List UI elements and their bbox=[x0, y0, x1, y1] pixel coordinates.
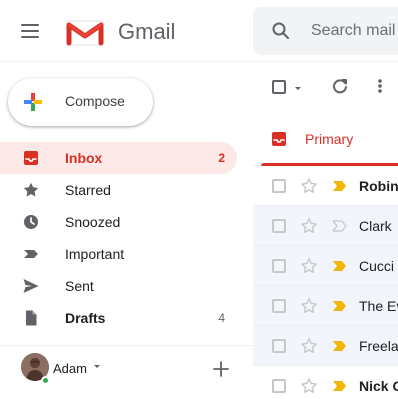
important-icon[interactable] bbox=[332, 180, 348, 192]
draft-icon bbox=[22, 309, 40, 327]
sidebar-item-snoozed[interactable]: Snoozed bbox=[0, 206, 237, 238]
email-sender: Freela bbox=[359, 338, 398, 354]
category-tabs: Primary bbox=[253, 116, 398, 166]
compose-label: Compose bbox=[65, 93, 125, 109]
sidebar-item-sent[interactable]: Sent bbox=[0, 270, 237, 302]
important-icon[interactable] bbox=[332, 340, 348, 352]
sidebar-item-label: Important bbox=[65, 246, 125, 262]
search-bar[interactable] bbox=[253, 7, 398, 55]
email-row[interactable]: Freela bbox=[253, 326, 398, 366]
important-icon[interactable] bbox=[332, 300, 348, 312]
sidebar-item-label: Snoozed bbox=[65, 214, 121, 230]
chevron-down-icon[interactable] bbox=[92, 362, 102, 372]
email-row[interactable]: Clark bbox=[253, 206, 398, 246]
clock-icon bbox=[22, 213, 40, 231]
mail-toolbar bbox=[253, 62, 398, 110]
email-row[interactable]: Robin bbox=[253, 166, 398, 206]
send-icon bbox=[22, 277, 40, 295]
star-icon[interactable] bbox=[300, 217, 318, 235]
sidebar-nav: Inbox 2 Starred Snoozed Important Sent D… bbox=[0, 142, 237, 334]
important-icon bbox=[22, 245, 40, 263]
compose-button[interactable]: Compose bbox=[8, 78, 153, 126]
email-sender: The Ev bbox=[359, 298, 398, 314]
row-checkbox[interactable] bbox=[272, 219, 286, 233]
email-row[interactable]: Cucci bbox=[253, 246, 398, 286]
draft-count: 4 bbox=[218, 311, 225, 325]
sidebar-item-drafts[interactable]: Drafts 4 bbox=[0, 302, 237, 334]
row-checkbox[interactable] bbox=[272, 179, 286, 193]
sidebar-item-starred[interactable]: Starred bbox=[0, 174, 237, 206]
sidebar-divider bbox=[0, 345, 253, 346]
gmail-app: Gmail Compose bbox=[0, 0, 398, 399]
star-icon[interactable] bbox=[300, 297, 318, 315]
important-icon[interactable] bbox=[332, 260, 348, 272]
tab-primary[interactable]: Primary bbox=[253, 116, 398, 166]
inbox-icon bbox=[22, 149, 40, 167]
star-icon bbox=[22, 181, 40, 199]
star-icon[interactable] bbox=[300, 377, 318, 395]
tab-label: Primary bbox=[305, 131, 354, 147]
chevron-down-icon[interactable] bbox=[293, 84, 303, 94]
search-icon[interactable] bbox=[253, 21, 309, 41]
row-checkbox[interactable] bbox=[272, 299, 286, 313]
gmail-logo-icon bbox=[66, 20, 104, 46]
inbox-icon bbox=[272, 132, 286, 146]
sidebar-item-inbox[interactable]: Inbox 2 bbox=[0, 142, 237, 174]
menu-icon[interactable] bbox=[21, 21, 43, 39]
star-icon[interactable] bbox=[300, 177, 318, 195]
account-row: Adam bbox=[0, 351, 253, 387]
sidebar-item-important[interactable]: Important bbox=[0, 238, 237, 270]
row-checkbox[interactable] bbox=[272, 339, 286, 353]
top-bar: Gmail bbox=[0, 0, 398, 62]
refresh-icon[interactable] bbox=[331, 77, 349, 95]
sidebar-item-label: Drafts bbox=[65, 310, 106, 326]
select-all-checkbox[interactable] bbox=[272, 80, 286, 94]
unread-count: 2 bbox=[218, 151, 225, 165]
email-sender: Cucci bbox=[359, 258, 395, 274]
email-sender: Robin bbox=[359, 178, 398, 194]
email-list: Robin Clark Cucci The E Freela Nick C bbox=[253, 166, 398, 399]
row-checkbox[interactable] bbox=[272, 379, 286, 393]
sidebar-item-label: Inbox bbox=[65, 150, 103, 166]
user-name[interactable]: Adam bbox=[53, 361, 87, 376]
email-sender: Clark bbox=[359, 218, 392, 234]
email-row[interactable]: Nick C bbox=[253, 366, 398, 399]
important-icon[interactable] bbox=[332, 380, 348, 392]
star-icon[interactable] bbox=[300, 337, 318, 355]
more-vert-icon[interactable] bbox=[371, 77, 389, 95]
plus-icon[interactable] bbox=[212, 360, 230, 378]
mail-pane: Primary Robin Clark Cucci The E Freela N… bbox=[253, 62, 398, 399]
online-status-badge bbox=[41, 376, 50, 385]
search-input[interactable] bbox=[309, 21, 398, 41]
important-icon[interactable] bbox=[332, 220, 348, 232]
email-row[interactable]: The Ev bbox=[253, 286, 398, 326]
sidebar: Compose Inbox 2 Starred Snoozed Importan… bbox=[0, 62, 253, 399]
star-icon[interactable] bbox=[300, 257, 318, 275]
email-sender: Nick C bbox=[359, 378, 398, 394]
sidebar-item-label: Starred bbox=[65, 182, 111, 198]
sidebar-item-label: Sent bbox=[65, 278, 94, 294]
app-title: Gmail bbox=[118, 19, 176, 44]
plus-icon bbox=[24, 93, 42, 111]
row-checkbox[interactable] bbox=[272, 259, 286, 273]
gmail-logo[interactable]: Gmail bbox=[66, 15, 175, 49]
